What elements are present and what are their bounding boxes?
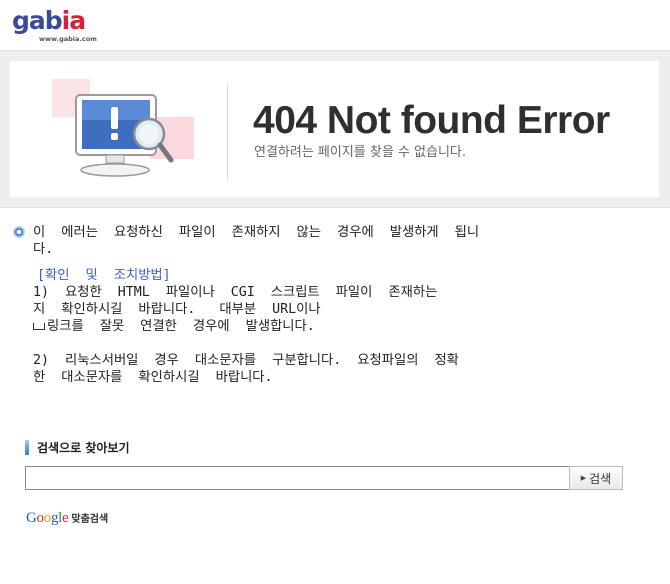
howto-item-1-line-2: 지 확인하시길 바랍니다. 대부분 URL이나 [33, 302, 321, 317]
error-subtitle: 연결하려는 페이지를 찾을 수 없습니다. [254, 145, 467, 160]
heading-bar-icon [25, 440, 29, 455]
google-logo: Google [26, 510, 69, 526]
google-letter: G [26, 510, 37, 526]
google-letter: o [43, 510, 52, 526]
error-banner-inner: 404 Not found Error 연결하려는 페이지를 찾을 수 없습니다… [10, 61, 659, 197]
logo-word-left: gab [12, 6, 63, 35]
google-letter: e [62, 510, 69, 526]
logo-word-right: ia [61, 6, 86, 35]
search-button[interactable]: ▶ 검색 [569, 466, 623, 490]
howto-item-2-line-1: 2) 리눅스서버일 경우 대소문자를 구분합니다. 요청파일의 정확 [33, 353, 459, 368]
google-letter: o [36, 510, 45, 526]
search-input[interactable] [25, 466, 570, 490]
howto-item-1-line-1: 1) 요청한 HTML 파일이나 CGI 스크립트 파일이 존재하는 [33, 285, 438, 300]
banner-divider [227, 83, 228, 180]
message-line-2: 다. [33, 242, 54, 257]
logo-url: www.gabia.com [39, 35, 97, 43]
monitor-alert-magnifier-icon [50, 79, 200, 184]
gabia-logo[interactable]: gabia www.gabia.com [12, 6, 107, 44]
howto-item-1-line-3: 링크를 잘못 연결한 경우에 발생합니다. [47, 319, 315, 334]
bullet-icon [13, 226, 25, 238]
logo-wordmark: gabia [12, 6, 86, 35]
google-custom-search-label: 맞춤검색 [71, 514, 109, 525]
howto-item-1-line-3-wrap: 링크를 잘못 연결한 경우에 발생합니다. [33, 318, 315, 335]
search-button-label: 검색 [589, 471, 612, 486]
error-banner: 404 Not found Error 연결하려는 페이지를 찾을 수 없습니다… [0, 50, 670, 208]
howto-heading: [확인 및 조치방법] [37, 268, 171, 283]
google-custom-search: Google 맞춤검색 [26, 507, 108, 527]
message-line-1: 이 에러는 요청하신 파일이 존재하지 않는 경우에 발생하게 됩니 [33, 225, 480, 240]
howto-item-2-line-2: 한 대소문자를 확인하시길 바랍니다. [33, 370, 273, 385]
triangle-right-icon: ▶ [580, 474, 587, 482]
search-title: 검색으로 찾아보기 [37, 441, 130, 455]
error-title: 404 Not found Error [253, 99, 610, 142]
line-break-glyph-icon [33, 323, 45, 330]
